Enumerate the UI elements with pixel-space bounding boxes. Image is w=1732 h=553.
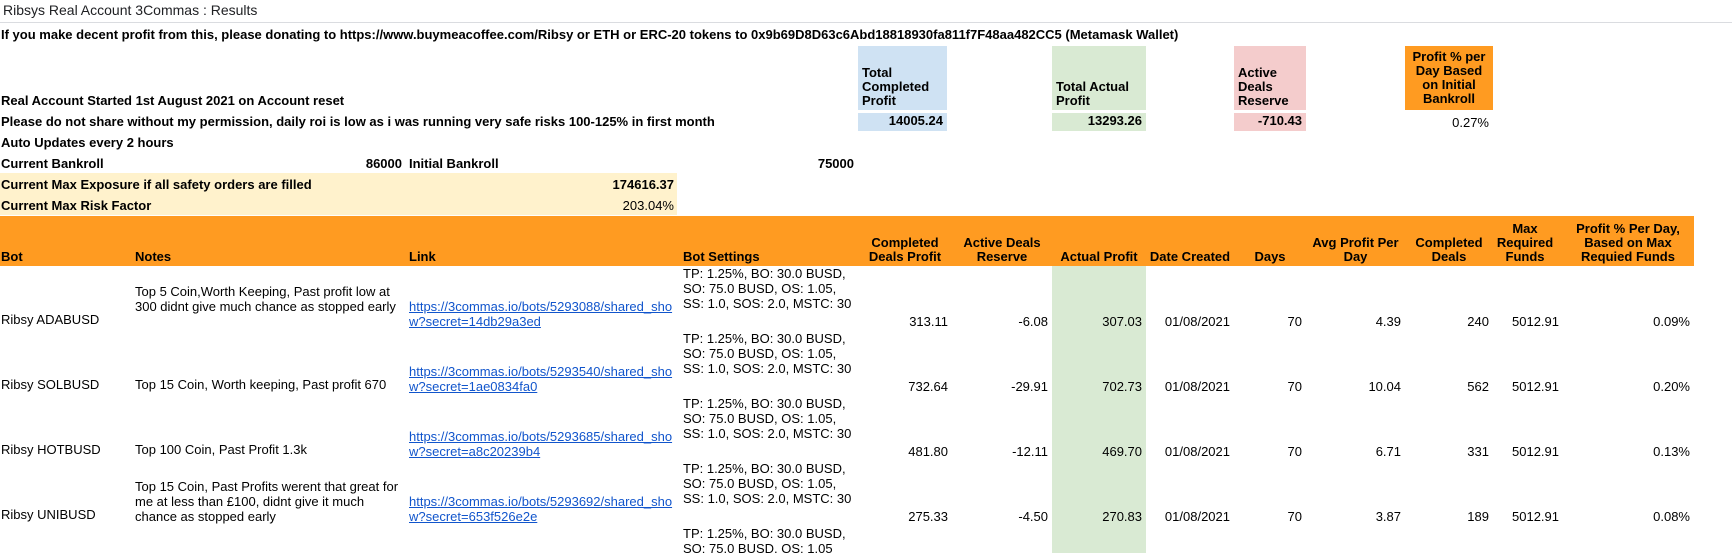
col-header-completed-deals: Completed Deals	[1415, 235, 1483, 264]
total-completed-profit-header: Total Completed Profit	[858, 46, 947, 110]
row-actual-profit: 702.73	[1102, 379, 1142, 394]
col-header-date-created: Date Created	[1149, 249, 1231, 264]
row-completed-deals: 189	[1467, 509, 1489, 524]
row-settings: TP: 1.25%, BO: 30.0 BUSD, SO: 75.0 BUSD,…	[683, 461, 852, 506]
row-notes: Top 15 Coin, Worth keeping, Past profit …	[135, 377, 387, 392]
row-bot: Ribsy ADABUSD	[1, 312, 100, 327]
row-actual-profit: 307.03	[1102, 314, 1142, 329]
row-notes: Top 15 Coin, Past Profits werent that gr…	[135, 479, 399, 524]
window-title: Ribsys Real Account 3Commas : Results	[3, 2, 258, 18]
row-avg-profit-per-day: 4.39	[1375, 314, 1401, 329]
row-active-deals-reserve: -4.50	[1018, 509, 1048, 524]
row-profit-pct-per-day: 0.08%	[1653, 509, 1690, 524]
donation-text: If you make decent profit from this, ple…	[1, 27, 1179, 42]
row-completed-deals-profit: 481.80	[908, 444, 948, 459]
row-days: 70	[1287, 379, 1302, 394]
row-settings: TP: 1.25%, BO: 30.0 BUSD, SO: 75.0 BUSD,…	[683, 331, 852, 376]
row-link[interactable]: https://3commas.io/bots/5293692/shared_s…	[409, 494, 675, 524]
row-active-deals-reserve: -29.91	[1011, 379, 1048, 394]
table-row: Ribsy ADABUSD Top 5 Coin,Worth Keeping, …	[0, 266, 1694, 331]
col-header-max-required-funds: Max Required Funds	[1496, 221, 1554, 264]
col-header-avg-profit-per-day: Avg Profit Per Day	[1312, 235, 1399, 264]
row-profit-pct-per-day: 0.09%	[1653, 314, 1690, 329]
account-started-text: Real Account Started 1st August 2021 on …	[1, 93, 345, 108]
row-link[interactable]: https://3commas.io/bots/5293685/shared_s…	[409, 429, 675, 459]
row-completed-deals: 331	[1467, 444, 1489, 459]
row-max-required-funds: 5012.91	[1512, 314, 1559, 329]
col-header-notes: Notes	[135, 249, 172, 264]
initial-bankroll-label: Initial Bankroll	[409, 156, 499, 171]
row-completed-deals-profit: 275.33	[908, 509, 948, 524]
max-exposure-value: 174616.37	[612, 177, 674, 192]
row-days: 70	[1287, 509, 1302, 524]
table-row: Ribsy HOTBUSD Top 100 Coin, Past Profit …	[0, 396, 1694, 461]
col-header-completed-deals-profit: Completed Deals Profit	[868, 235, 942, 264]
row-bot: Ribsy UNIBUSD	[1, 507, 96, 522]
row-completed-deals: 240	[1467, 314, 1489, 329]
row-completed-deals-profit: 313.11	[909, 314, 948, 329]
table-header: Bot Notes Link Bot Settings Completed De…	[0, 216, 1694, 266]
row-avg-profit-per-day: 6.71	[1375, 444, 1401, 459]
initial-bankroll-value: 75000	[817, 156, 854, 171]
profit-pct-per-day-value: 0.27%	[1452, 115, 1489, 130]
col-header-bot-settings: Bot Settings	[683, 249, 760, 264]
col-header-days: Days	[1254, 249, 1286, 264]
row-profit-pct-per-day: 0.13%	[1653, 444, 1690, 459]
row-settings: TP: 1.25%, BO: 30.0 BUSD, SO: 75.0 BUSD,…	[683, 526, 846, 553]
window-title-bar: Ribsys Real Account 3Commas : Results	[0, 0, 1732, 23]
row-date-created: 01/08/2021	[1164, 379, 1230, 394]
row-max-required-funds: 5012.91	[1512, 509, 1559, 524]
row-bot: Ribsy SOLBUSD	[1, 377, 100, 392]
table-row: Ribsy UNIBUSD Top 15 Coin, Past Profits …	[0, 461, 1694, 526]
current-bankroll-value: 86000	[365, 156, 402, 171]
row-date-created: 01/08/2021	[1164, 444, 1230, 459]
current-bankroll-label: Current Bankroll	[1, 156, 104, 171]
max-risk-label: Current Max Risk Factor	[1, 198, 152, 213]
active-deals-reserve-header: Active Deals Reserve	[1234, 46, 1306, 110]
row-avg-profit-per-day: 10.04	[1368, 379, 1401, 394]
col-header-actual-profit: Actual Profit	[1060, 249, 1138, 264]
row-notes: Top 100 Coin, Past Profit 1.3k	[135, 442, 307, 457]
row-active-deals-reserve: -12.11	[1012, 444, 1048, 459]
row-days: 70	[1287, 314, 1302, 329]
row-date-created: 01/08/2021	[1164, 509, 1230, 524]
row-max-required-funds: 5012.91	[1512, 379, 1559, 394]
profit-pct-per-day-header: Profit % per Day Based on Initial Bankro…	[1405, 46, 1493, 110]
total-actual-profit-header: Total Actual Profit	[1052, 46, 1146, 110]
col-header-active-deals-reserve: Active Deals Reserve	[963, 235, 1041, 264]
table-row: Ribsy SOLBUSD Top 15 Coin, Worth keeping…	[0, 331, 1694, 396]
row-date-created: 01/08/2021	[1164, 314, 1230, 329]
row-profit-pct-per-day: 0.20%	[1653, 379, 1690, 394]
total-completed-profit-value: 14005.24	[858, 113, 947, 131]
max-risk-value: 203.04%	[622, 198, 674, 213]
row-notes: Top 5 Coin,Worth Keeping, Past profit lo…	[135, 284, 396, 314]
row-link[interactable]: https://3commas.io/bots/5293088/shared_s…	[409, 299, 675, 329]
col-header-link: Link	[409, 249, 436, 264]
row-completed-deals-profit: 732.64	[908, 379, 948, 394]
row-settings: TP: 1.25%, BO: 30.0 BUSD, SO: 75.0 BUSD,…	[683, 266, 852, 311]
max-exposure-label: Current Max Exposure if all safety order…	[1, 177, 312, 192]
row-actual-profit: 469.70	[1102, 444, 1142, 459]
auto-updates-text: Auto Updates every 2 hours	[1, 135, 174, 150]
total-actual-profit-value: 13293.26	[1052, 113, 1146, 131]
active-deals-reserve-value: -710.43	[1234, 113, 1306, 131]
row-link[interactable]: https://3commas.io/bots/5293540/shared_s…	[409, 364, 675, 394]
row-settings: TP: 1.25%, BO: 30.0 BUSD, SO: 75.0 BUSD,…	[683, 396, 852, 441]
table-row: TP: 1.25%, BO: 30.0 BUSD, SO: 75.0 BUSD,…	[0, 526, 1694, 553]
row-days: 70	[1287, 444, 1302, 459]
permission-note: Please do not share without my permissio…	[1, 114, 715, 129]
row-active-deals-reserve: -6.08	[1018, 314, 1048, 329]
col-header-bot: Bot	[1, 249, 23, 264]
row-actual-profit: 270.83	[1102, 509, 1142, 524]
row-bot: Ribsy HOTBUSD	[1, 442, 101, 457]
row-completed-deals: 562	[1467, 379, 1489, 394]
row-max-required-funds: 5012.91	[1512, 444, 1559, 459]
col-header-profit-pct-per-day: Profit % Per Day, Based on Max Requied F…	[1576, 221, 1680, 264]
row-avg-profit-per-day: 3.87	[1375, 509, 1401, 524]
